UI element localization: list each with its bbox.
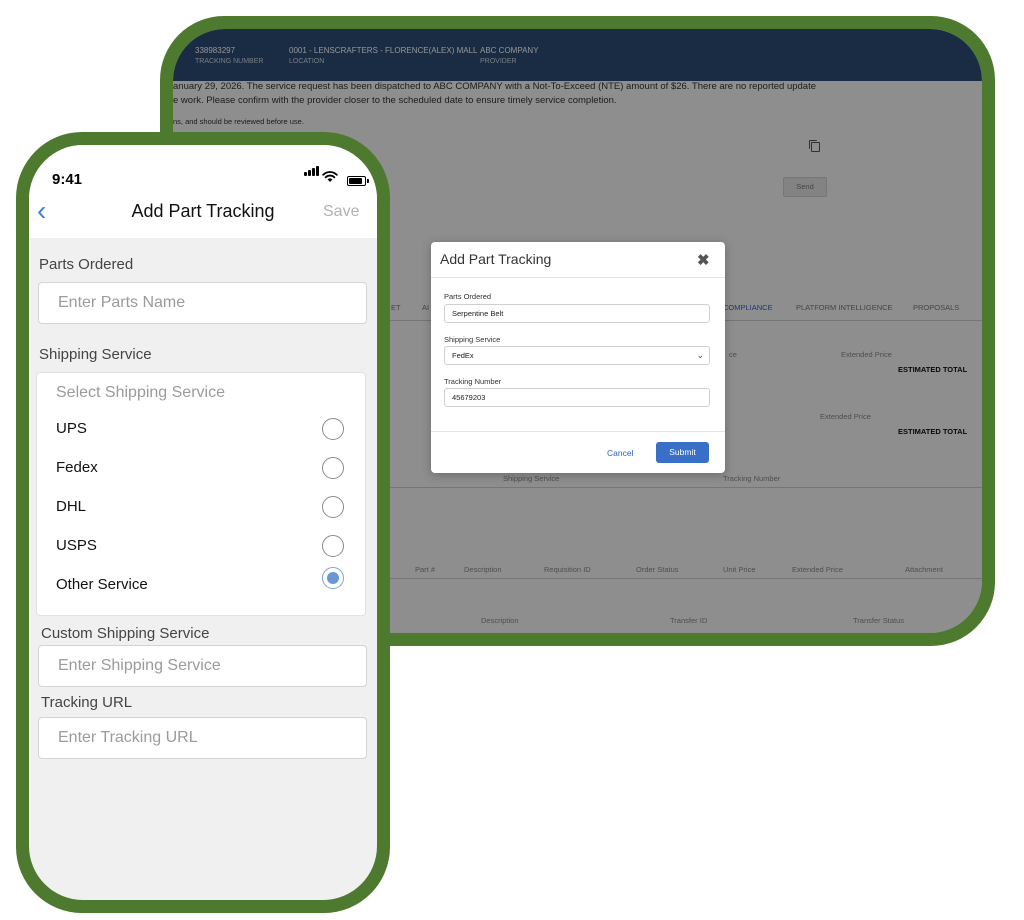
modal-header-divider	[431, 277, 725, 278]
parts-ordered-input[interactable]: Serpentine Belt	[444, 304, 710, 323]
save-button[interactable]: Save	[323, 203, 359, 221]
chevron-down-icon: ⌄	[696, 350, 704, 360]
tracking-number-label: Tracking Number	[444, 377, 502, 386]
parts-name-input[interactable]: Enter Parts Name	[38, 282, 367, 324]
shipping-service-value: FedEx	[452, 351, 474, 360]
option-label[interactable]: UPS	[56, 420, 87, 437]
shipping-service-label: Shipping Service	[39, 346, 152, 363]
tracking-url-input[interactable]: Enter Tracking URL	[38, 717, 367, 759]
parts-ordered-label: Parts Ordered	[39, 256, 134, 273]
shipping-service-select[interactable]: FedEx ⌄	[444, 346, 710, 365]
parts-ordered-label: Parts Ordered	[444, 292, 492, 301]
option-label[interactable]: USPS	[56, 537, 97, 554]
status-time: 9:41	[52, 171, 83, 188]
submit-button[interactable]: Submit	[656, 442, 709, 463]
custom-shipping-label: Custom Shipping Service	[41, 625, 210, 642]
modal-title: Add Part Tracking	[440, 251, 552, 267]
wifi-icon	[322, 171, 338, 186]
phone-screen: 9:41 ‹ Add Part Tracking Save Parts Orde…	[29, 145, 377, 900]
option-label[interactable]: DHL	[56, 498, 86, 515]
radio-other-service-selected[interactable]	[322, 567, 344, 589]
shipping-service-picker: Select Shipping Service UPS Fedex DHL US…	[36, 372, 366, 616]
option-label[interactable]: Other Service	[56, 576, 148, 593]
battery-icon	[347, 176, 369, 186]
radio-fedex[interactable]	[322, 457, 344, 479]
radio-dhl[interactable]	[322, 496, 344, 518]
add-part-tracking-modal: Add Part Tracking ✖ Parts Ordered Serpen…	[431, 242, 725, 473]
modal-footer-divider	[431, 431, 725, 432]
shipping-picker-placeholder: Select Shipping Service	[56, 384, 225, 401]
cancel-button[interactable]: Cancel	[607, 448, 633, 458]
shipping-service-label: Shipping Service	[444, 335, 501, 344]
custom-shipping-input[interactable]: Enter Shipping Service	[38, 645, 367, 687]
phone-device-frame: 9:41 ‹ Add Part Tracking Save Parts Orde…	[16, 132, 390, 913]
nav-bar: 9:41 ‹ Add Part Tracking Save	[29, 145, 377, 238]
close-icon[interactable]: ✖	[697, 251, 710, 269]
tracking-number-input[interactable]: 45679203	[444, 388, 710, 407]
tracking-url-label: Tracking URL	[41, 694, 133, 711]
radio-ups[interactable]	[322, 418, 344, 440]
radio-usps[interactable]	[322, 535, 344, 557]
option-label[interactable]: Fedex	[56, 459, 98, 476]
